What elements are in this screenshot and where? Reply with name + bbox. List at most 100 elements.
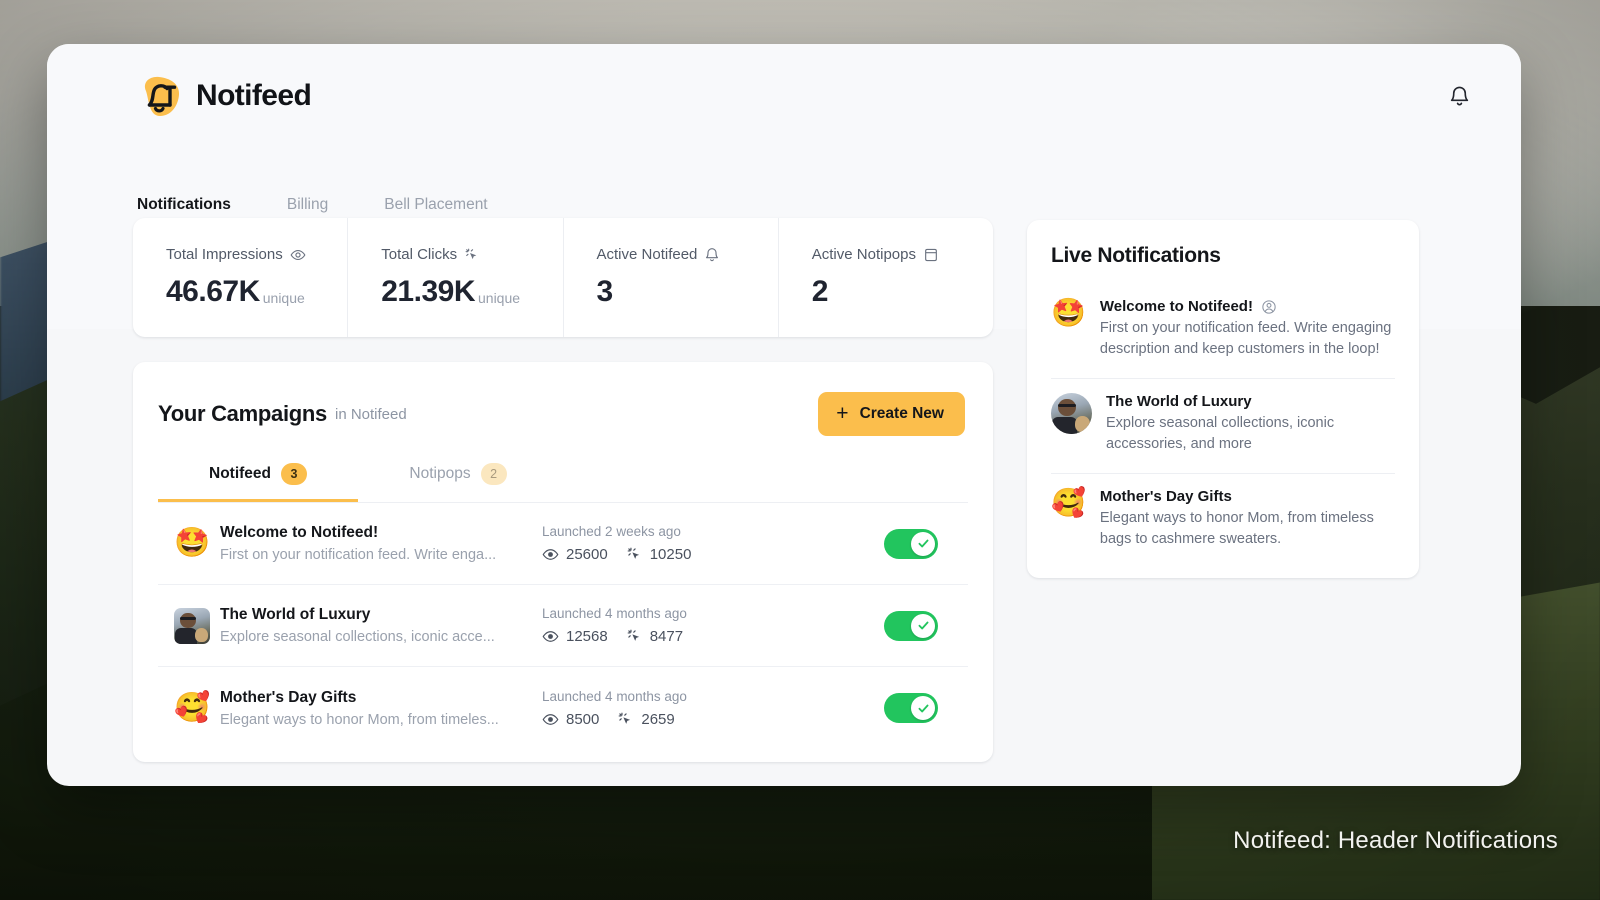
eye-icon: [290, 247, 306, 263]
bell-icon: [1448, 85, 1471, 108]
campaign-row-main: The World of Luxury Explore seasonal col…: [220, 606, 542, 645]
stat-value: 46.67K unique: [166, 277, 347, 307]
tab-bell-placement-label: Bell Placement: [384, 196, 488, 213]
avatar: [1051, 393, 1092, 435]
campaign-tab-notifeed-label: Notifeed: [209, 465, 271, 482]
campaign-enable-toggle[interactable]: [884, 528, 938, 559]
notification-description: Explore seasonal collections, iconic acc…: [1106, 415, 1335, 453]
campaign-clicks-value: 2659: [641, 710, 675, 728]
live-notifications-panel: Live Notifications 🤩 Welcome to Notifeed…: [1027, 220, 1419, 579]
stat-value-number: 3: [596, 275, 614, 308]
campaign-impressions: 25600: [542, 546, 608, 563]
user-circle-icon: [1261, 299, 1277, 315]
window-icon: [923, 247, 939, 263]
notification-head-line: Mother's Day Gifts: [1100, 488, 1395, 505]
create-new-button[interactable]: + Create New: [818, 392, 965, 436]
notification-title: The World of Luxury: [1106, 393, 1252, 411]
notifications-bell-button[interactable]: [1442, 79, 1476, 113]
campaign-title: Welcome to Notifeed!: [220, 524, 379, 541]
table-row[interactable]: 🥰 Mother's Day Gifts Elegant ways to hon…: [158, 667, 968, 749]
campaign-row-stats: 12568 8477: [542, 628, 884, 645]
app-header: Notifeed: [47, 44, 1521, 148]
campaign-row-meta: Launched 4 months ago 12568 8477: [542, 606, 884, 645]
campaign-description: Elegant ways to honor Mom, from timeles.…: [220, 711, 499, 728]
avatar-body: [1051, 416, 1078, 435]
campaign-row-meta: Launched 4 months ago 8500 2659: [542, 689, 884, 728]
campaigns-header: Your Campaigns in Notifeed + Create New: [133, 362, 993, 436]
stats-summary-row: Total Impressions 46.67K unique Total Cl…: [133, 218, 993, 337]
campaign-emoji-icon: 🤩: [174, 527, 211, 559]
screenshot-caption: Notifeed: Header Notifications: [1233, 827, 1558, 854]
notification-emoji-icon: 🥰: [1051, 487, 1086, 519]
avatar-head: [180, 612, 196, 628]
campaign-type-tabs: Notifeed 3 Notipops 2: [158, 463, 968, 503]
campaign-tab-notipops[interactable]: Notipops 2: [358, 463, 558, 502]
stat-label-text: Active Notipops: [811, 246, 916, 263]
table-row[interactable]: The World of Luxury Explore seasonal col…: [158, 585, 968, 667]
campaign-emoji-icon: 🥰: [174, 691, 211, 724]
table-row[interactable]: 🤩 Welcome to Notifeed! First on your not…: [158, 503, 968, 585]
stat-value-unit: unique: [478, 289, 521, 306]
notification-body: Welcome to Notifeed! First on your notif…: [1100, 298, 1395, 360]
campaign-enable-toggle[interactable]: [884, 693, 938, 723]
campaign-clicks: 8477: [626, 628, 683, 645]
notification-description: Elegant ways to honor Mom, from timeless…: [1099, 510, 1374, 548]
live-notifications-title: Live Notifications: [1051, 244, 1221, 267]
stat-value: 3: [597, 277, 778, 307]
campaign-launched-date: Launched 2 weeks ago: [542, 524, 681, 539]
campaign-row-main: Welcome to Notifeed! First on your notif…: [220, 524, 542, 563]
campaign-tab-notifeed-count: 3: [281, 463, 307, 485]
notification-title: Welcome to Notifeed!: [1099, 298, 1253, 315]
app-window: Notifeed Notifications Billing Bell Plac…: [47, 44, 1521, 786]
stat-label: Total Clicks: [381, 246, 562, 263]
list-item[interactable]: The World of Luxury Explore seasonal col…: [1051, 379, 1395, 475]
stat-card-total-impressions: Total Impressions 46.67K unique: [133, 218, 349, 337]
tab-billing-label: Billing: [286, 196, 329, 213]
stat-value: 2: [812, 277, 993, 307]
stat-value-number: 2: [811, 275, 829, 308]
campaign-row-main: Mother's Day Gifts Elegant ways to honor…: [220, 689, 542, 728]
avatar-sunglasses: [180, 616, 197, 621]
stat-value-number: 21.39K: [381, 275, 475, 308]
campaign-impressions-value: 25600: [566, 546, 608, 563]
click-icon: [626, 546, 643, 563]
notification-body: The World of Luxury Explore seasonal col…: [1106, 393, 1395, 455]
brand: Notifeed: [137, 74, 312, 119]
campaign-clicks-value: 8477: [649, 628, 684, 645]
campaigns-subtitle: in Notifeed: [334, 405, 407, 423]
click-icon: [626, 628, 643, 645]
stat-card-active-notifeed: Active Notifeed 3: [564, 218, 779, 337]
campaign-description: Explore seasonal collections, iconic acc…: [220, 629, 495, 645]
notification-head-line: The World of Luxury: [1106, 393, 1395, 410]
campaign-enable-toggle[interactable]: [884, 610, 938, 641]
stat-card-total-clicks: Total Clicks 21.39K unique: [348, 218, 564, 337]
campaign-title: The World of Luxury: [220, 606, 371, 623]
campaign-impressions-value: 8500: [566, 710, 600, 728]
click-icon: [617, 711, 634, 728]
stat-label: Total Impressions: [166, 246, 347, 263]
stat-value: 21.39K unique: [381, 277, 562, 307]
list-item[interactable]: 🥰 Mother's Day Gifts Elegant ways to hon…: [1051, 474, 1395, 552]
toggle-knob: [911, 696, 935, 720]
stat-label: Active Notipops: [812, 246, 993, 263]
notification-title: Mother's Day Gifts: [1099, 488, 1232, 506]
notification-head-line: Welcome to Notifeed!: [1100, 298, 1395, 315]
campaign-list: 🤩 Welcome to Notifeed! First on your not…: [158, 503, 968, 749]
click-icon: [464, 247, 480, 263]
avatar-body: [174, 628, 198, 644]
campaign-impressions: 8500: [542, 711, 599, 728]
page-title: Your Campaigns: [158, 401, 327, 426]
campaign-row-meta: Launched 2 weeks ago 25600 10250: [542, 524, 884, 563]
campaign-launched-date: Launched 4 months ago: [542, 606, 687, 621]
campaign-clicks-value: 10250: [649, 546, 692, 563]
avatar-sunglasses: [1058, 403, 1077, 408]
campaign-description: First on your notification feed. Write e…: [220, 547, 497, 563]
notification-emoji-icon: 🤩: [1051, 297, 1086, 328]
stat-label-text: Total Impressions: [166, 246, 283, 263]
campaign-row-stats: 8500 2659: [542, 711, 884, 728]
campaign-tab-notifeed[interactable]: Notifeed 3: [158, 463, 358, 502]
list-item[interactable]: 🤩 Welcome to Notifeed! First on your not…: [1051, 284, 1395, 380]
campaign-clicks: 10250: [626, 546, 692, 563]
avatar-companion: [194, 627, 208, 643]
stat-card-active-notipops: Active Notipops 2: [779, 218, 993, 337]
